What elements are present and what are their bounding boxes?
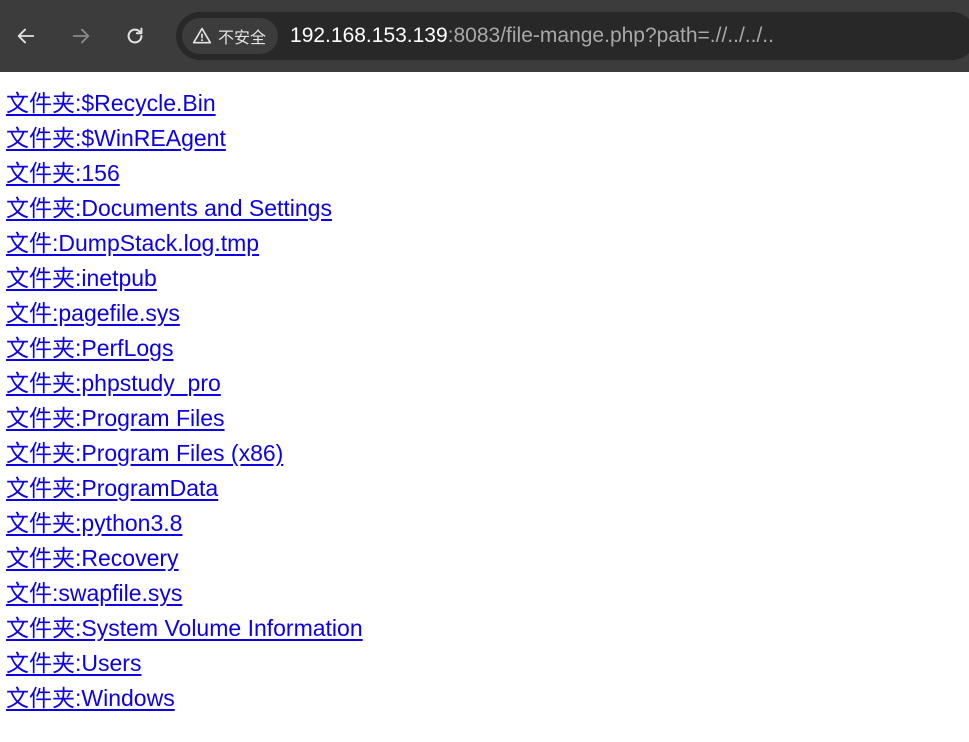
arrow-left-icon [17, 28, 35, 44]
url-path: :8083/file-mange.php?path=.//../../.. [447, 24, 774, 47]
security-indicator[interactable]: 不安全 [182, 18, 279, 54]
file-entry-link[interactable]: 文件夹:python3.8 [6, 506, 363, 541]
file-entry-link[interactable]: 文件夹:inetpub [6, 261, 363, 296]
file-entry-link[interactable]: 文件夹:Users [6, 646, 363, 681]
file-entry-link[interactable]: 文件:swapfile.sys [6, 576, 363, 611]
file-entry-link[interactable]: 文件夹:156 [6, 156, 363, 191]
forward-button[interactable] [61, 16, 101, 56]
file-entry-link[interactable]: 文件夹:$Recycle.Bin [6, 86, 363, 121]
file-entry-link[interactable]: 文件:pagefile.sys [6, 296, 363, 331]
browser-toolbar: 不安全 192.168.153.139:8083/file-mange.php?… [0, 0, 969, 72]
file-entry-link[interactable]: 文件夹:System Volume Information [6, 611, 363, 646]
file-entry-link[interactable]: 文件夹:ProgramData [6, 471, 363, 506]
url-host: 192.168.153.139 [290, 24, 448, 47]
security-label: 不安全 [218, 28, 267, 47]
file-entry-link[interactable]: 文件夹:$WinREAgent [6, 121, 363, 156]
reload-icon [127, 27, 143, 44]
file-entry-link[interactable]: 文件:DumpStack.log.tmp [6, 226, 363, 261]
file-entry-link[interactable]: 文件夹:Recovery [6, 541, 363, 576]
back-button[interactable] [6, 16, 46, 56]
file-entry-link[interactable]: 文件夹:Program Files (x86) [6, 436, 363, 471]
reload-button[interactable] [115, 16, 155, 56]
file-entry-link[interactable]: 文件夹:Windows [6, 681, 363, 716]
file-listing: 文件夹:$Recycle.Bin 文件夹:$WinREAgent 文件夹:156 文件… [6, 86, 363, 716]
url-text[interactable]: 192.168.153.139:8083/file-mange.php?path… [290, 24, 774, 48]
file-entry-link[interactable]: 文件夹:PerfLogs [6, 331, 363, 366]
warning-triangle-icon [192, 27, 212, 44]
file-entry-link[interactable]: 文件夹:phpstudy_pro [6, 366, 363, 401]
file-entry-link[interactable]: 文件夹:Documents and Settings [6, 191, 363, 226]
file-entry-link[interactable]: 文件夹:Program Files [6, 401, 363, 436]
arrow-right-icon [72, 28, 90, 44]
address-bar[interactable]: 不安全 192.168.153.139:8083/file-mange.php?… [176, 12, 969, 60]
